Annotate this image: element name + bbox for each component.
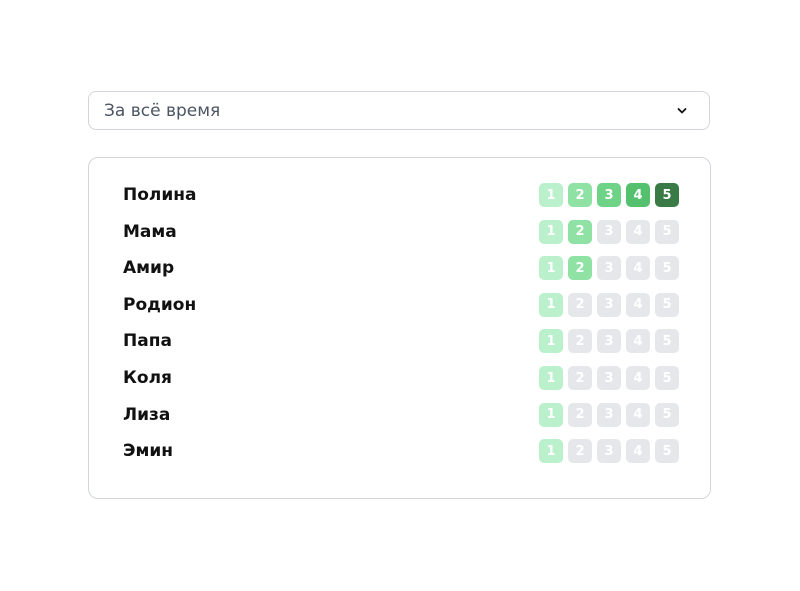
level-box-4[interactable]: 4 — [626, 439, 650, 464]
level-box-3[interactable]: 3 — [597, 402, 621, 427]
level-box-5[interactable]: 5 — [655, 402, 679, 427]
level-box-4[interactable]: 4 — [626, 256, 650, 281]
level-indicator: 12345 — [539, 256, 679, 281]
person-name: Коля — [123, 368, 172, 388]
level-box-2[interactable]: 2 — [568, 219, 592, 244]
level-indicator: 12345 — [539, 183, 679, 207]
level-box-2[interactable]: 2 — [568, 329, 592, 354]
person-row: Амир 1 2 3 4 5 — [123, 255, 679, 281]
level-box-1[interactable]: 1 — [539, 183, 563, 207]
level-box-3[interactable]: 3 — [597, 256, 621, 281]
level-box-3[interactable]: 3 — [597, 439, 621, 464]
level-box-5[interactable]: 5 — [655, 292, 679, 317]
level-box-1[interactable]: 1 — [539, 219, 563, 244]
level-indicator: 12345 — [539, 219, 679, 244]
level-box-1[interactable]: 1 — [539, 329, 563, 354]
level-box-1[interactable]: 1 — [539, 366, 563, 390]
person-row: Коля 1 2 3 4 5 — [123, 365, 679, 391]
person-name: Амир — [123, 258, 175, 279]
level-box-3[interactable]: 3 — [597, 292, 621, 317]
period-select[interactable]: За всё время — [88, 91, 710, 130]
level-indicator: 12345 — [539, 292, 679, 317]
person-name: Лиза — [123, 404, 171, 425]
period-select-value: За всё время — [104, 101, 221, 121]
level-box-3[interactable]: 3 — [597, 183, 621, 207]
person-name: Мама — [123, 221, 177, 242]
person-row: Мама 1 2 3 4 5 — [123, 219, 679, 245]
person-name: Папа — [123, 331, 172, 352]
person-row: Папа 1 2 3 4 5 — [123, 328, 679, 354]
level-box-5[interactable]: 5 — [655, 329, 679, 354]
level-indicator: 12345 — [539, 329, 679, 354]
level-box-3[interactable]: 3 — [597, 219, 621, 244]
person-row: Лиза 1 2 3 4 5 — [123, 402, 679, 428]
level-box-5[interactable]: 5 — [655, 219, 679, 244]
chevron-down-icon — [677, 108, 687, 114]
level-indicator: 12345 — [539, 439, 679, 464]
level-box-1[interactable]: 1 — [539, 292, 563, 317]
level-indicator: 12345 — [539, 366, 679, 390]
level-box-2[interactable]: 2 — [568, 439, 592, 464]
level-box-5[interactable]: 5 — [655, 366, 679, 390]
level-box-4[interactable]: 4 — [626, 329, 650, 354]
person-row: Эмин 1 2 3 4 5 — [123, 438, 679, 464]
person-name: Эмин — [123, 441, 174, 462]
level-box-4[interactable]: 4 — [626, 366, 650, 390]
level-box-3[interactable]: 3 — [597, 329, 621, 354]
level-box-2[interactable]: 2 — [568, 183, 592, 207]
ranking-card: Полина 1 2 3 4 5 Мама 1 2 3 4 5 Амир 1 2 3 4 5 Родион 1 2 3 4 5… — [88, 157, 711, 499]
person-row: Полина 1 2 3 4 5 — [123, 182, 679, 208]
person-name: Родион — [123, 294, 197, 315]
level-box-2[interactable]: 2 — [568, 366, 592, 390]
person-row: Родион 1 2 3 4 5 — [123, 292, 679, 318]
level-box-3[interactable]: 3 — [597, 366, 621, 390]
level-box-5[interactable]: 5 — [655, 439, 679, 464]
level-box-1[interactable]: 1 — [539, 402, 563, 427]
level-box-2[interactable]: 2 — [568, 402, 592, 427]
level-box-4[interactable]: 4 — [626, 292, 650, 317]
person-name: Полина — [123, 185, 197, 205]
level-box-2[interactable]: 2 — [568, 256, 592, 281]
level-box-5[interactable]: 5 — [655, 183, 679, 207]
level-box-4[interactable]: 4 — [626, 183, 650, 207]
level-box-5[interactable]: 5 — [655, 256, 679, 281]
level-box-2[interactable]: 2 — [568, 292, 592, 317]
level-box-4[interactable]: 4 — [626, 402, 650, 427]
level-box-1[interactable]: 1 — [539, 439, 563, 464]
level-box-4[interactable]: 4 — [626, 219, 650, 244]
level-box-1[interactable]: 1 — [539, 256, 563, 281]
level-indicator: 12345 — [539, 402, 679, 427]
